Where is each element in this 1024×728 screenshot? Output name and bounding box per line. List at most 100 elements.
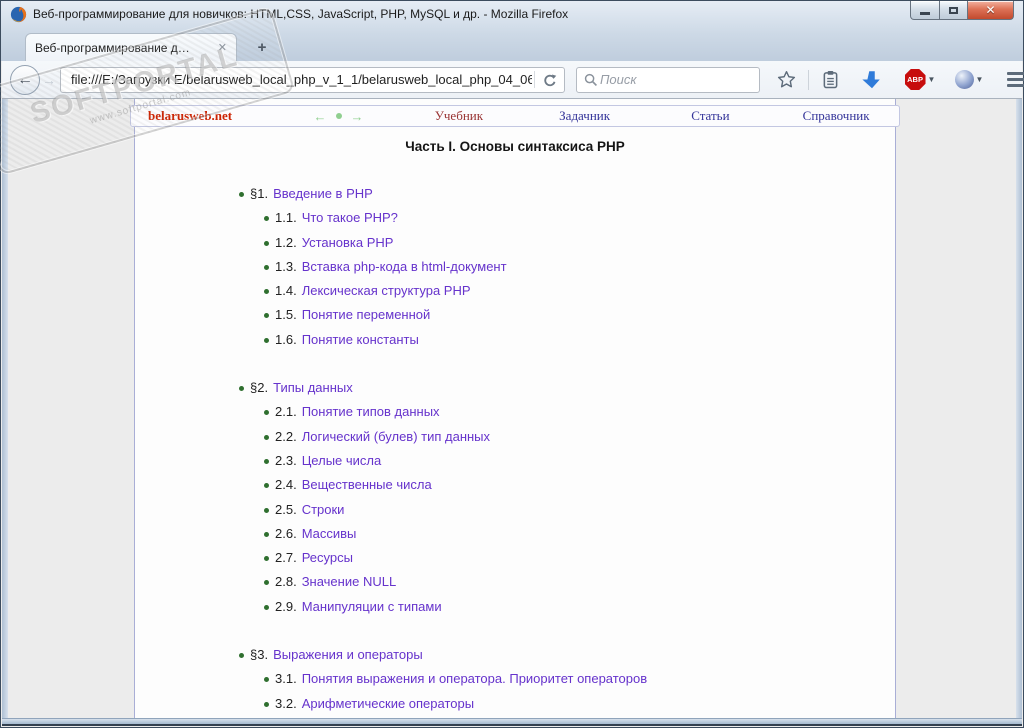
site-nav-link-0[interactable]: Учебник	[396, 108, 522, 124]
toc-item: 2.9. Манипуляции с типами	[135, 595, 895, 619]
browser-tab[interactable]: Веб-программирование для ... ✕	[25, 33, 237, 61]
item-number: 2.7.	[275, 550, 297, 566]
toc-item: 2.3. Целые числа	[135, 449, 895, 473]
bullet-icon	[264, 410, 269, 416]
downloads-button[interactable]	[852, 65, 892, 95]
new-tab-button[interactable]: +	[249, 39, 275, 57]
toc-item: 3.1. Понятия выражения и оператора. Приор…	[135, 667, 895, 691]
extension-icon	[954, 70, 974, 89]
item-number: 1.4.	[275, 283, 297, 299]
hamburger-icon	[1007, 72, 1024, 87]
toc-link[interactable]: Вещественные числа	[302, 477, 432, 492]
search-bar[interactable]	[576, 66, 760, 93]
prev-page-icon[interactable]: ←	[314, 109, 327, 124]
toc-item: 1.3. Вставка php-кода в html-документ	[135, 255, 895, 279]
titlebar[interactable]: Веб-программирование для новичков: HTML,…	[1, 1, 1023, 29]
item-number: 3.2.	[275, 695, 297, 711]
abp-dropdown-icon: ▼	[927, 75, 936, 84]
forward-button[interactable]: →	[40, 72, 58, 88]
bookmark-star-button[interactable]	[769, 65, 803, 95]
toc-link[interactable]: Введение в PHP	[273, 186, 373, 201]
toc-item: 3.2. Арифметические операторы	[135, 692, 895, 716]
maximize-button[interactable]	[940, 1, 968, 20]
minimize-button[interactable]	[910, 1, 940, 20]
bullet-icon	[239, 386, 244, 392]
up-page-icon[interactable]	[335, 113, 342, 119]
maximize-icon	[949, 6, 958, 14]
toc-link[interactable]: Арифметические операторы	[302, 696, 474, 711]
toc-link[interactable]: Вставка php-кода в html-документ	[302, 259, 507, 274]
toc-link[interactable]: Понятие переменной	[302, 307, 431, 322]
item-number: 1.5.	[275, 307, 297, 323]
site-logo[interactable]: belarusweb.net	[131, 108, 281, 124]
next-page-icon[interactable]: →	[351, 109, 364, 124]
toc-section-1: §1. Введение в PHP 1.1. Что такое PHP? 1.2. У…	[135, 182, 895, 352]
bullet-icon	[264, 580, 269, 586]
site-nav-link-3[interactable]: Справочник	[773, 108, 899, 124]
toc-item: 2.7. Ресурсы	[135, 546, 895, 570]
item-number: 1.3.	[275, 258, 297, 274]
browser-viewport: belarusweb.net ← → Учебник Задачник Статьи…	[8, 99, 1016, 718]
toc-item: 1.5. Понятие переменной	[135, 303, 895, 327]
reload-button[interactable]	[534, 71, 560, 88]
bullet-icon	[264, 216, 269, 222]
bullet-icon	[239, 653, 244, 659]
toc-link[interactable]: Что такое PHP?	[302, 210, 398, 225]
url-bar[interactable]	[60, 66, 565, 93]
url-input[interactable]	[69, 71, 534, 88]
toc-link[interactable]: Понятие типов данных	[302, 404, 440, 419]
toc-item: 2.4. Вещественные числа	[135, 473, 895, 497]
toc-link[interactable]: Выражения и операторы	[273, 647, 423, 662]
item-number: 3.1.	[275, 671, 297, 687]
clipboard-icon	[823, 71, 837, 89]
bookmarks-menu-button[interactable]	[814, 65, 846, 95]
toc-link[interactable]: Понятие константы	[302, 332, 419, 347]
abp-icon: ABP	[904, 69, 926, 90]
window-border-left	[2, 99, 8, 719]
toc-link[interactable]: Строки	[302, 502, 345, 517]
bullet-icon	[264, 264, 269, 270]
item-number: §2.	[250, 380, 269, 396]
toc-item: 1.4. Лексическая структура PHP	[135, 279, 895, 303]
toc-link[interactable]: Массивы	[302, 526, 357, 541]
item-number: 2.6.	[275, 525, 297, 541]
toc-link[interactable]: Лексическая структура PHP	[302, 283, 471, 298]
toc-link[interactable]: Типы данных	[273, 380, 353, 395]
toc-link[interactable]: Ресурсы	[302, 550, 353, 565]
menu-button[interactable]	[998, 65, 1024, 95]
toc-link[interactable]: Манипуляции с типами	[302, 599, 442, 614]
toc-sublist: 3.1. Понятия выражения и оператора. Приор…	[135, 667, 895, 718]
toc-item: 2.1. Понятие типов данных	[135, 400, 895, 424]
extension-button[interactable]: ▼	[948, 65, 990, 95]
forward-arrow-icon: →	[42, 71, 56, 88]
close-button[interactable]: ✕	[968, 1, 1014, 20]
toc-link[interactable]: Понятия выражения и оператора. Приоритет…	[302, 671, 647, 686]
bullet-icon	[264, 434, 269, 440]
toc-link[interactable]: Логический (булев) тип данных	[302, 429, 490, 444]
toc-sublist: 1.1. Что такое PHP? 1.2. Установка PHP 1.3. В…	[135, 206, 895, 352]
bullet-icon	[264, 531, 269, 537]
item-number: 2.4.	[275, 477, 297, 493]
search-input[interactable]	[598, 71, 752, 88]
toc-sublist: 2.1. Понятие типов данных 2.2. Логический (…	[135, 400, 895, 619]
item-number: §1.	[250, 186, 269, 201]
toc-link[interactable]: Установка PHP	[302, 235, 394, 250]
adblock-plus-button[interactable]: ABP ▼	[898, 65, 942, 95]
window-border-bottom	[2, 718, 1022, 726]
toolbar-separator	[808, 69, 809, 90]
site-nav-link-2[interactable]: Статьи	[648, 108, 774, 124]
toc-item: 1.2. Установка PHP	[135, 231, 895, 255]
window-border-right	[1016, 99, 1022, 719]
item-number: 1.6.	[275, 331, 297, 347]
firefox-window: Веб-программирование для новичков: HTML,…	[0, 0, 1024, 728]
site-nav-links: Учебник Задачник Статьи Справочник	[396, 108, 899, 124]
toc-item: 2.8. Значение NULL	[135, 570, 895, 594]
tab-close-icon[interactable]: ✕	[218, 41, 227, 54]
site-nav-link-1[interactable]: Задачник	[522, 108, 648, 124]
toc-link[interactable]: Целые числа	[302, 453, 382, 468]
back-button[interactable]: ←	[10, 64, 40, 95]
item-number: 2.5.	[275, 501, 297, 517]
item-number: 2.8.	[275, 574, 297, 590]
toc: §1. Введение в PHP 1.1. Что такое PHP? 1.2. У…	[135, 182, 895, 718]
toc-link[interactable]: Значение NULL	[302, 574, 397, 589]
